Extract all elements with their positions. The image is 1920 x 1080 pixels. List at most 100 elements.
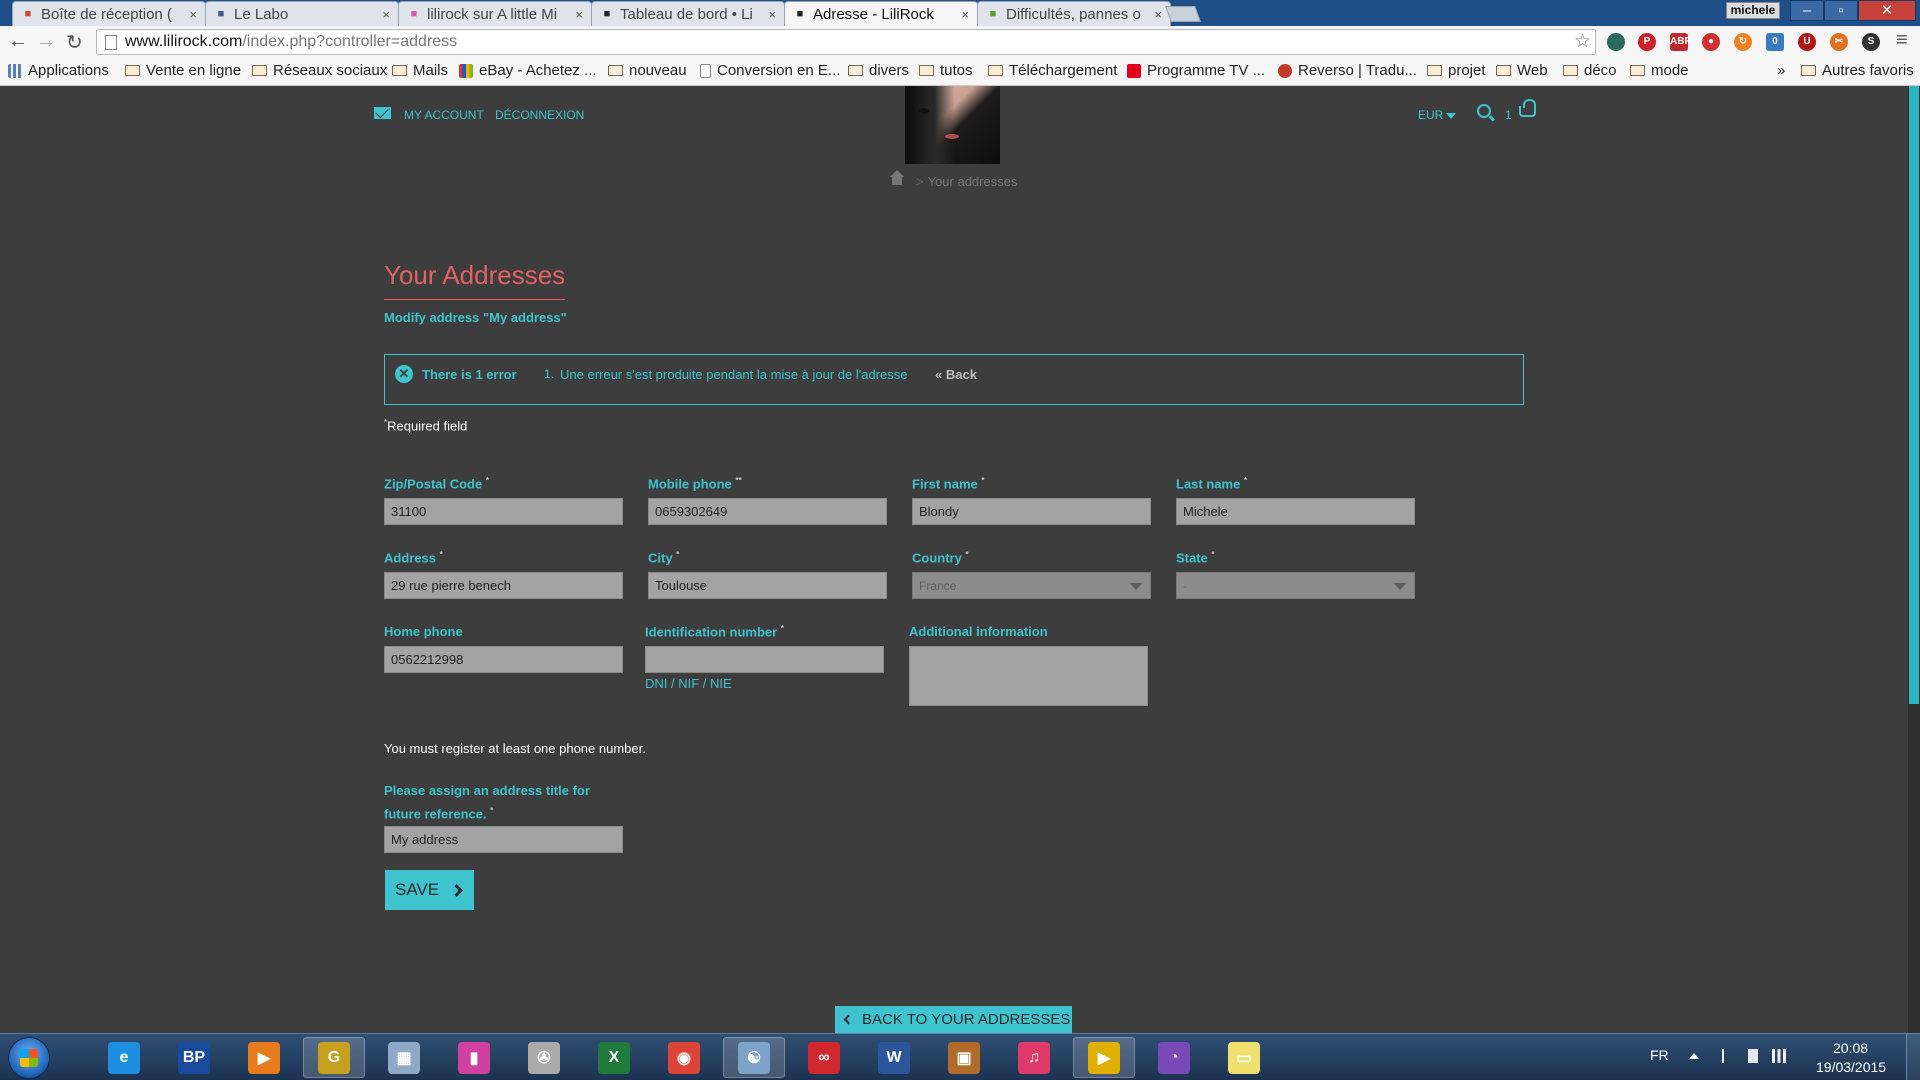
additional-info-textarea[interactable]: [909, 646, 1148, 706]
basket-icon[interactable]: [1519, 99, 1536, 117]
bookmark-3[interactable]: Mails: [392, 62, 448, 79]
bookmark-0[interactable]: Applications: [8, 62, 109, 79]
home-icon[interactable]: [890, 170, 904, 187]
taskbar-item-15[interactable]: ◔: [1143, 1037, 1205, 1078]
close-icon[interactable]: ×: [189, 7, 197, 22]
clock-time[interactable]: 20:08: [1833, 1040, 1868, 1056]
currency-selector[interactable]: EUR: [1418, 108, 1457, 122]
back-to-addresses-button[interactable]: BACK TO YOUR ADDRESSES: [835, 1006, 1072, 1033]
bookmark-2[interactable]: Réseaux sociaux: [252, 62, 387, 79]
bookmark-11[interactable]: Reverso | Tradu...: [1278, 62, 1417, 79]
taskbar-item-0[interactable]: e: [93, 1037, 155, 1078]
taskbar-item-6[interactable]: ✇: [513, 1037, 575, 1078]
logout-link[interactable]: DÉCONNEXION: [495, 108, 584, 122]
bookmark-9[interactable]: Téléchargement: [988, 62, 1117, 79]
bookmark-4[interactable]: eBay - Achetez ...: [459, 62, 597, 79]
zip-input[interactable]: [384, 498, 623, 525]
pinterest-icon[interactable]: P: [1638, 33, 1656, 51]
close-icon[interactable]: ×: [961, 7, 969, 22]
tab-1[interactable]: ■ Le Labo ×: [205, 1, 399, 26]
taskbar-item-12[interactable]: ▣: [933, 1037, 995, 1078]
identification-input[interactable]: [645, 646, 884, 673]
taskbar-item-13[interactable]: ♫: [1003, 1037, 1065, 1078]
my-account-link[interactable]: MY ACCOUNT: [404, 108, 484, 122]
taskbar-item-3[interactable]: G: [303, 1037, 365, 1078]
bookmark-5[interactable]: nouveau: [608, 62, 687, 79]
tab-2[interactable]: ■ lilirock sur A little Mi ×: [398, 1, 592, 26]
taskbar-item-4[interactable]: ▦: [373, 1037, 435, 1078]
close-icon[interactable]: ×: [768, 7, 776, 22]
mail-icon[interactable]: [374, 107, 391, 119]
extension-badge-icon[interactable]: 0: [1766, 33, 1784, 51]
extension-refresh-icon[interactable]: ↻: [1734, 33, 1752, 51]
tab-3[interactable]: ■ Tableau de bord • Li ×: [591, 1, 785, 26]
tab-0[interactable]: ■ Boîte de réception (×: [12, 1, 206, 26]
adblock-icon[interactable]: ABP: [1670, 33, 1691, 51]
close-icon[interactable]: ×: [382, 7, 390, 22]
first-name-input[interactable]: [912, 498, 1151, 525]
page-scrollbar[interactable]: [1908, 86, 1920, 1033]
bookmarks-overflow-chevron-icon[interactable]: »: [1777, 62, 1785, 79]
bookmark-12[interactable]: projet: [1427, 62, 1486, 79]
save-button[interactable]: SAVE: [385, 870, 474, 910]
menu-icon[interactable]: ≡: [1896, 29, 1908, 52]
taskbar-item-1[interactable]: BP: [163, 1037, 225, 1078]
battery-icon[interactable]: [1748, 1049, 1758, 1063]
address-input[interactable]: [384, 572, 623, 599]
show-hidden-icons-icon[interactable]: [1689, 1053, 1699, 1059]
country-select[interactable]: France: [912, 572, 1151, 599]
clock-date[interactable]: 19/03/2015: [1816, 1059, 1886, 1075]
bookmark-7[interactable]: divers: [848, 62, 909, 79]
taskbar-item-14[interactable]: ▶: [1073, 1037, 1135, 1078]
close-icon[interactable]: ×: [1154, 7, 1162, 22]
taskbar-item-2[interactable]: ▶: [233, 1037, 295, 1078]
city-input[interactable]: [648, 572, 887, 599]
site-logo[interactable]: [905, 86, 1000, 164]
address-title-input[interactable]: [384, 826, 623, 853]
taskbar-item-8[interactable]: ◉: [653, 1037, 715, 1078]
close-window-button[interactable]: ✕: [1858, 0, 1916, 21]
address-bar[interactable]: www.lilirock.com /index.php?controller=a…: [96, 29, 1596, 55]
bookmark-14[interactable]: déco: [1563, 62, 1617, 79]
taskbar-item-7[interactable]: X: [583, 1037, 645, 1078]
extension-globe-icon[interactable]: [1607, 33, 1625, 51]
cart-count[interactable]: 1: [1505, 108, 1512, 122]
mobile-phone-input[interactable]: [648, 498, 887, 525]
tab-5[interactable]: ■ Difficultés, pannes o ×: [977, 1, 1171, 26]
reload-icon[interactable]: ↻: [66, 30, 83, 55]
language-indicator[interactable]: FR: [1650, 1047, 1669, 1063]
taskbar-item-5[interactable]: ▮: [443, 1037, 505, 1078]
taskbar-item-9[interactable]: ☯: [723, 1037, 785, 1078]
taskbar-item-11[interactable]: W: [863, 1037, 925, 1078]
new-tab-button[interactable]: [1165, 6, 1201, 22]
home-phone-input[interactable]: [384, 646, 623, 673]
extension-s-icon[interactable]: S: [1862, 33, 1880, 51]
flag-icon[interactable]: [1722, 1049, 1736, 1063]
start-button[interactable]: [8, 1037, 50, 1079]
scrollbar-thumb[interactable]: [1909, 86, 1919, 704]
bookmark-star-icon[interactable]: ☆: [1574, 30, 1591, 53]
maximize-button[interactable]: ▫: [1824, 0, 1858, 21]
extension-u-icon[interactable]: U: [1798, 33, 1816, 51]
extension-stop-icon[interactable]: ●: [1702, 33, 1720, 51]
show-desktop-button[interactable]: [1906, 1033, 1920, 1080]
bookmark-6[interactable]: Conversion en E...: [700, 62, 840, 79]
extension-tools-icon[interactable]: ✂: [1830, 33, 1848, 51]
state-select[interactable]: -: [1176, 572, 1415, 599]
search-icon[interactable]: [1477, 104, 1491, 118]
minimize-button[interactable]: –: [1790, 0, 1824, 21]
bookmark-8[interactable]: tutos: [919, 62, 973, 79]
taskbar-item-16[interactable]: ▭: [1213, 1037, 1275, 1078]
bookmark-13[interactable]: Web: [1496, 62, 1548, 79]
network-signal-icon[interactable]: [1772, 1049, 1786, 1063]
bookmark-15[interactable]: mode: [1630, 62, 1689, 79]
last-name-input[interactable]: [1176, 498, 1415, 525]
tab-4[interactable]: ■ Adresse - LiliRock ×: [784, 1, 978, 26]
forward-arrow-icon[interactable]: →: [36, 30, 56, 53]
taskbar-item-10[interactable]: ∞: [793, 1037, 855, 1078]
back-arrow-icon[interactable]: ←: [8, 30, 28, 53]
other-bookmarks[interactable]: Autres favoris: [1801, 62, 1914, 79]
close-icon[interactable]: ×: [575, 7, 583, 22]
profile-button[interactable]: michele: [1726, 2, 1780, 19]
bookmark-1[interactable]: Vente en ligne: [125, 62, 241, 79]
